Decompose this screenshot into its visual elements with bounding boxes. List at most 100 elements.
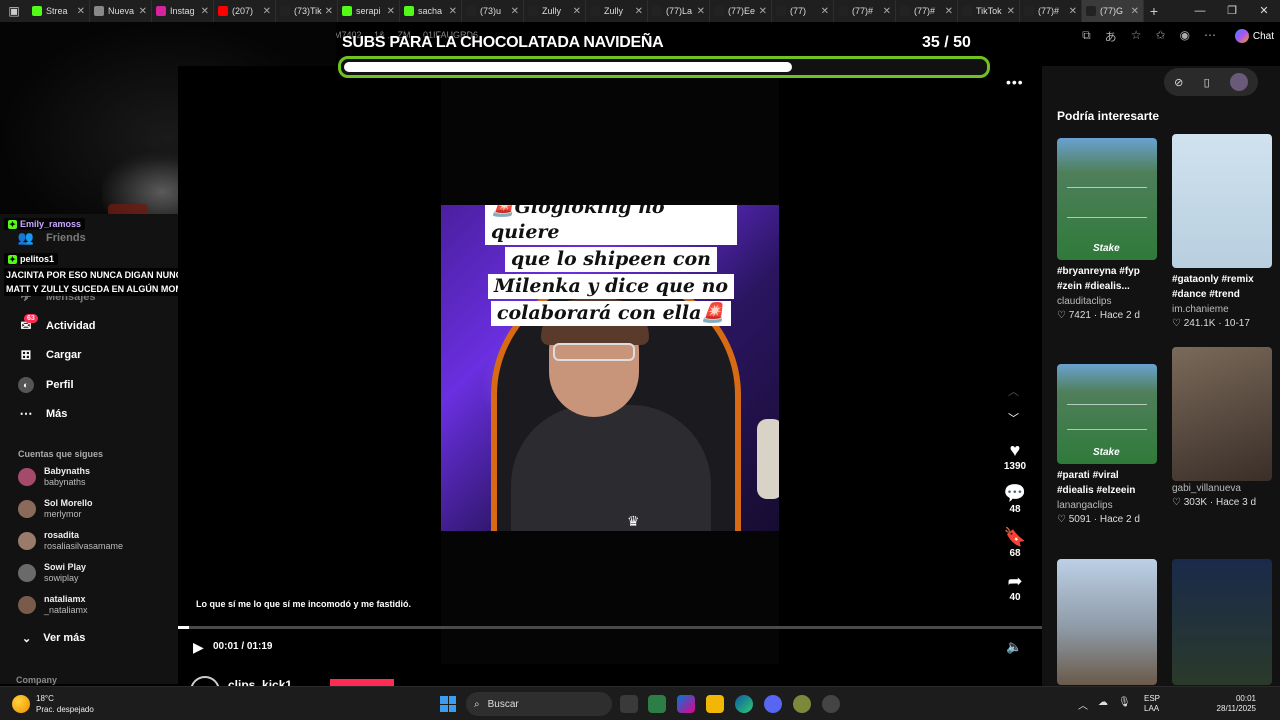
browser-menu-icon[interactable]: ⋯ — [1204, 28, 1216, 45]
save-button[interactable]: 🔖 68 — [1000, 527, 1030, 559]
browser-tab[interactable]: (77)La ✕ — [648, 0, 710, 22]
close-tab-icon[interactable]: ✕ — [201, 6, 209, 17]
creator-avatar[interactable] — [190, 676, 220, 686]
video-frame[interactable]: 🚨Glogloking no quiere que lo shipeen con… — [441, 205, 779, 531]
obs-icon[interactable] — [822, 695, 840, 713]
recommendation-card[interactable]: Stake #parati #viral #diealis #elzeein lan… — [1057, 364, 1157, 527]
previous-video-icon[interactable]: ︿ — [1008, 383, 1019, 399]
maximize-icon[interactable]: ❐ — [1216, 0, 1248, 22]
more-options-icon[interactable]: ••• — [1006, 74, 1024, 90]
browser-tab[interactable]: (77) ✕ — [772, 0, 834, 22]
close-tab-icon[interactable]: ✕ — [759, 6, 767, 17]
sidebar-item-more[interactable]: ⋯ Más — [18, 406, 68, 422]
close-tab-icon[interactable]: ✕ — [1131, 6, 1139, 17]
clock[interactable]: 00:01 28/11/2025 — [1217, 694, 1256, 714]
sidebar-item-friends[interactable]: 👥 Friends — [18, 230, 86, 246]
recommendation-card[interactable]: Stake #bryanreyna #fyp #zein #diealis... c… — [1057, 138, 1157, 323]
browser-tab[interactable]: serapi ✕ — [338, 0, 400, 22]
company-link[interactable]: Company — [16, 675, 57, 685]
close-tab-icon[interactable]: ✕ — [1069, 6, 1077, 17]
close-tab-icon[interactable]: ✕ — [883, 6, 891, 17]
close-tab-icon[interactable]: ✕ — [139, 6, 147, 17]
close-tab-icon[interactable]: ✕ — [945, 6, 953, 17]
star-icon[interactable]: ☆ — [1131, 28, 1142, 45]
close-tab-icon[interactable]: ✕ — [387, 6, 395, 17]
close-tab-icon[interactable]: ✕ — [449, 6, 457, 17]
creator-name[interactable]: clips_kick1 — [228, 678, 292, 686]
like-button[interactable]: ♥ 1390 — [1000, 440, 1030, 472]
browser-tab[interactable]: (77)# ✕ — [896, 0, 958, 22]
close-tab-icon[interactable]: ✕ — [821, 6, 829, 17]
following-item[interactable]: Babynaths babynaths — [18, 466, 90, 488]
recommendation-card[interactable]: #gataonly #remix #dance #trend im.chaniem… — [1172, 134, 1272, 331]
close-window-icon[interactable]: ✕ — [1248, 0, 1280, 22]
microphone-icon[interactable]: 🎙 — [1118, 697, 1131, 712]
close-tab-icon[interactable]: ✕ — [263, 6, 271, 17]
browser-tab[interactable]: Nueva ✕ — [90, 0, 152, 22]
video-thumbnail[interactable]: Stake — [1057, 138, 1157, 260]
browser-tab[interactable]: (77)# ✕ — [834, 0, 896, 22]
explore-icon[interactable]: ⊘ — [1174, 76, 1183, 89]
close-tab-icon[interactable]: ✕ — [77, 6, 85, 17]
close-tab-icon[interactable]: ✕ — [511, 6, 519, 17]
favorites-icon[interactable]: ✩ — [1155, 28, 1165, 45]
browser-tab[interactable]: Strea ✕ — [28, 0, 90, 22]
recommendation-card[interactable] — [1057, 559, 1157, 685]
tab-actions-icon[interactable]: ▣ — [0, 0, 28, 22]
app-icon[interactable] — [793, 695, 811, 713]
store-icon[interactable] — [648, 695, 666, 713]
close-tab-icon[interactable]: ✕ — [1007, 6, 1015, 17]
task-view-icon[interactable] — [620, 695, 638, 713]
following-item[interactable]: rosadita rosaliasilvasamame — [18, 530, 123, 552]
onedrive-icon[interactable]: ☁ — [1098, 697, 1108, 712]
video-thumbnail[interactable] — [1057, 559, 1157, 685]
copilot-chat-button[interactable]: Chat — [1234, 26, 1274, 46]
browser-tab[interactable]: (77)# ✕ — [1020, 0, 1082, 22]
browser-tab[interactable]: (207) ✕ — [214, 0, 276, 22]
browser-tab[interactable]: Zully ✕ — [524, 0, 586, 22]
windows-start-icon[interactable] — [440, 696, 456, 712]
video-thumbnail[interactable] — [1172, 347, 1272, 481]
open-in-app-icon[interactable]: ⧉ — [1082, 28, 1091, 45]
sidebar-item-upload[interactable]: ⊞ Cargar — [18, 347, 82, 363]
browser-tab[interactable]: (77)Ee ✕ — [710, 0, 772, 22]
browser-tab[interactable]: Instag ✕ — [152, 0, 214, 22]
translate-icon[interactable]: あ — [1105, 28, 1117, 45]
copilot-app-icon[interactable] — [677, 695, 695, 713]
browser-tab[interactable]: (77)G ✕ — [1082, 0, 1144, 22]
browser-tab[interactable]: sacha ✕ — [400, 0, 462, 22]
volume-icon[interactable]: 🔈 — [1006, 639, 1022, 655]
share-button[interactable]: ➦ 40 — [1000, 571, 1030, 603]
sidebar-item-profile[interactable]: ◐ Perfil — [18, 377, 74, 393]
edge-icon[interactable] — [735, 695, 753, 713]
discord-icon[interactable] — [764, 695, 782, 713]
see-more-button[interactable]: ⌄ Ver más — [22, 632, 85, 645]
next-video-icon[interactable]: ﹀ — [1008, 410, 1019, 426]
recommendation-card[interactable] — [1172, 559, 1272, 685]
new-tab-button[interactable]: + — [1144, 3, 1164, 19]
close-tab-icon[interactable]: ✕ — [325, 6, 333, 17]
weather-widget[interactable]: 18°C Prac. despejado — [12, 693, 94, 715]
browser-tab[interactable]: (73)u ✕ — [462, 0, 524, 22]
file-explorer-icon[interactable] — [706, 695, 724, 713]
comment-button[interactable]: 💬 48 — [1000, 483, 1030, 515]
browser-tab[interactable]: Zully ✕ — [586, 0, 648, 22]
following-item[interactable]: Sol Morello merlymor — [18, 498, 93, 520]
language-indicator[interactable]: ESP LAA — [1144, 694, 1160, 714]
close-tab-icon[interactable]: ✕ — [635, 6, 643, 17]
video-thumbnail[interactable] — [1172, 134, 1272, 268]
close-tab-icon[interactable]: ✕ — [697, 6, 705, 17]
user-avatar-icon[interactable] — [1229, 73, 1248, 91]
browser-tab[interactable]: TikTok ✕ — [958, 0, 1020, 22]
close-tab-icon[interactable]: ✕ — [573, 6, 581, 17]
play-icon[interactable]: ▶ — [193, 639, 204, 656]
profile-avatar-icon[interactable]: ◉ — [1180, 28, 1190, 45]
following-item[interactable]: nataliamx _nataliamx — [18, 594, 88, 616]
chevron-up-icon[interactable]: ︿ — [1078, 697, 1088, 712]
minimize-icon[interactable]: — — [1184, 0, 1216, 22]
browser-tab[interactable]: (73)Tik ✕ — [276, 0, 338, 22]
taskbar-search[interactable]: ⌕ Buscar — [466, 692, 612, 716]
recommendation-card[interactable]: gabi_villanueva ♡ 303K · Hace 3 d — [1172, 347, 1272, 510]
following-item[interactable]: Sowi Play sowiplay — [18, 562, 86, 584]
device-icon[interactable]: ▯ — [1204, 76, 1210, 89]
